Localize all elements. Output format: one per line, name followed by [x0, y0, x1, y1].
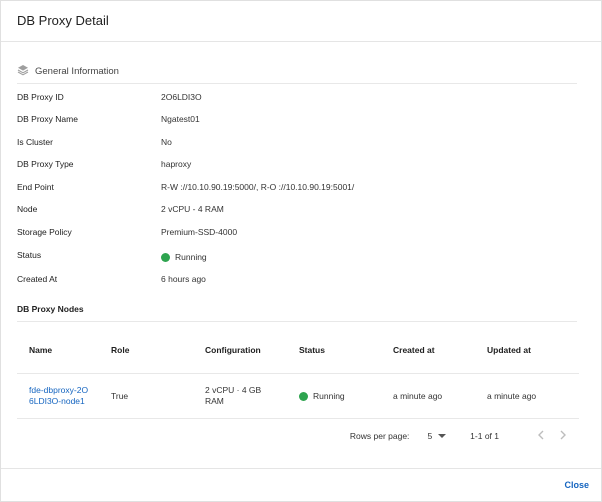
- rows-per-page-label: Rows per page:: [349, 431, 410, 441]
- info-row-storage-policy: Storage Policy Premium-SSD-4000: [17, 225, 577, 239]
- general-info-title: General Information: [35, 65, 119, 77]
- general-info-header: General Information: [17, 64, 119, 78]
- column-header-name: Name: [29, 345, 53, 355]
- node-status-text: Running: [313, 391, 345, 401]
- footer-divider: [1, 468, 601, 469]
- db-proxy-detail-dialog: DB Proxy Detail General Information DB P…: [0, 0, 602, 502]
- rows-per-page-select[interactable]: 5: [427, 431, 447, 441]
- info-label: Storage Policy: [17, 227, 72, 237]
- header-divider: [1, 41, 601, 42]
- next-page-icon[interactable]: [559, 429, 567, 443]
- close-button[interactable]: Close: [564, 480, 589, 490]
- info-row-is-cluster: Is Cluster No: [17, 135, 577, 149]
- table-pagination: Rows per page: 5 1-1 of 1: [350, 429, 567, 443]
- info-label: DB Proxy ID: [17, 92, 64, 102]
- info-row-proxy-name: DB Proxy Name Ngatest01: [17, 112, 577, 126]
- status-dot-icon: [161, 252, 170, 262]
- info-value: Ngatest01: [161, 114, 200, 124]
- pagination-range: 1-1 of 1: [470, 431, 499, 441]
- node-cell-role: True: [111, 391, 129, 401]
- node-cell-name: fde-dbproxy-2O6LDI3O-node1: [17, 385, 111, 407]
- node-cell-created-at: a minute ago: [393, 391, 443, 401]
- column-header-role: Role: [111, 345, 130, 355]
- status-text: Running: [175, 252, 207, 262]
- info-row-proxy-type: DB Proxy Type haproxy: [17, 157, 577, 171]
- info-row-node: Node 2 vCPU - 4 RAM: [17, 202, 577, 216]
- rows-per-page-value: 5: [427, 431, 433, 441]
- info-label: DB Proxy Type: [17, 159, 74, 169]
- node-cell-configuration: 2 vCPU · 4 GB RAM: [205, 385, 299, 407]
- info-row-end-point: End Point R-W ://10.10.90.19:5000/, R-O …: [17, 180, 577, 194]
- info-label: DB Proxy Name: [17, 114, 78, 124]
- info-value: No: [161, 137, 172, 147]
- info-value: 6 hours ago: [161, 274, 206, 284]
- status-dot-icon: [299, 391, 308, 401]
- info-label: Is Cluster: [17, 137, 53, 147]
- info-label: Status: [17, 250, 42, 260]
- info-label: End Point: [17, 182, 54, 192]
- info-value: 2O6LDI3O: [161, 92, 202, 102]
- node-cell-updated-at: a minute ago: [487, 391, 537, 401]
- column-header-created-at: Created at: [393, 345, 435, 355]
- nodes-divider: [17, 321, 577, 322]
- status-value: Running: [161, 248, 207, 262]
- node-name-link[interactable]: fde-dbproxy-2O6LDI3O-node1: [29, 385, 91, 407]
- dialog-title: DB Proxy Detail: [17, 13, 109, 28]
- nodes-section-title: DB Proxy Nodes: [17, 304, 84, 314]
- node-cell-status: Running: [299, 391, 393, 401]
- info-value: R-W ://10.10.90.19:5000/, R-O ://10.10.9…: [161, 182, 355, 192]
- column-header-status: Status: [299, 345, 325, 355]
- general-info-divider: [17, 83, 577, 84]
- prev-page-icon[interactable]: [537, 429, 545, 443]
- column-header-updated-at: Updated at: [487, 345, 531, 355]
- caret-down-icon: [438, 434, 447, 438]
- column-header-configuration: Configuration: [205, 345, 261, 355]
- info-row-proxy-id: DB Proxy ID 2O6LDI3O: [17, 90, 577, 104]
- info-value: haproxy: [161, 159, 192, 169]
- info-value: Premium-SSD-4000: [161, 227, 238, 237]
- layers-icon: [17, 64, 29, 78]
- info-row-status: Status Running: [17, 248, 577, 262]
- info-label: Node: [17, 204, 38, 214]
- info-label: Created At: [17, 274, 58, 284]
- table-row: fde-dbproxy-2O6LDI3O-node1 True 2 vCPU ·…: [17, 373, 579, 419]
- node-configuration-text: 2 vCPU · 4 GB RAM: [205, 385, 262, 406]
- info-row-created-at: Created At 6 hours ago: [17, 272, 577, 286]
- info-value: 2 vCPU - 4 RAM: [161, 204, 224, 214]
- nodes-table-header: Name Role Configuration Status Created a…: [17, 336, 579, 364]
